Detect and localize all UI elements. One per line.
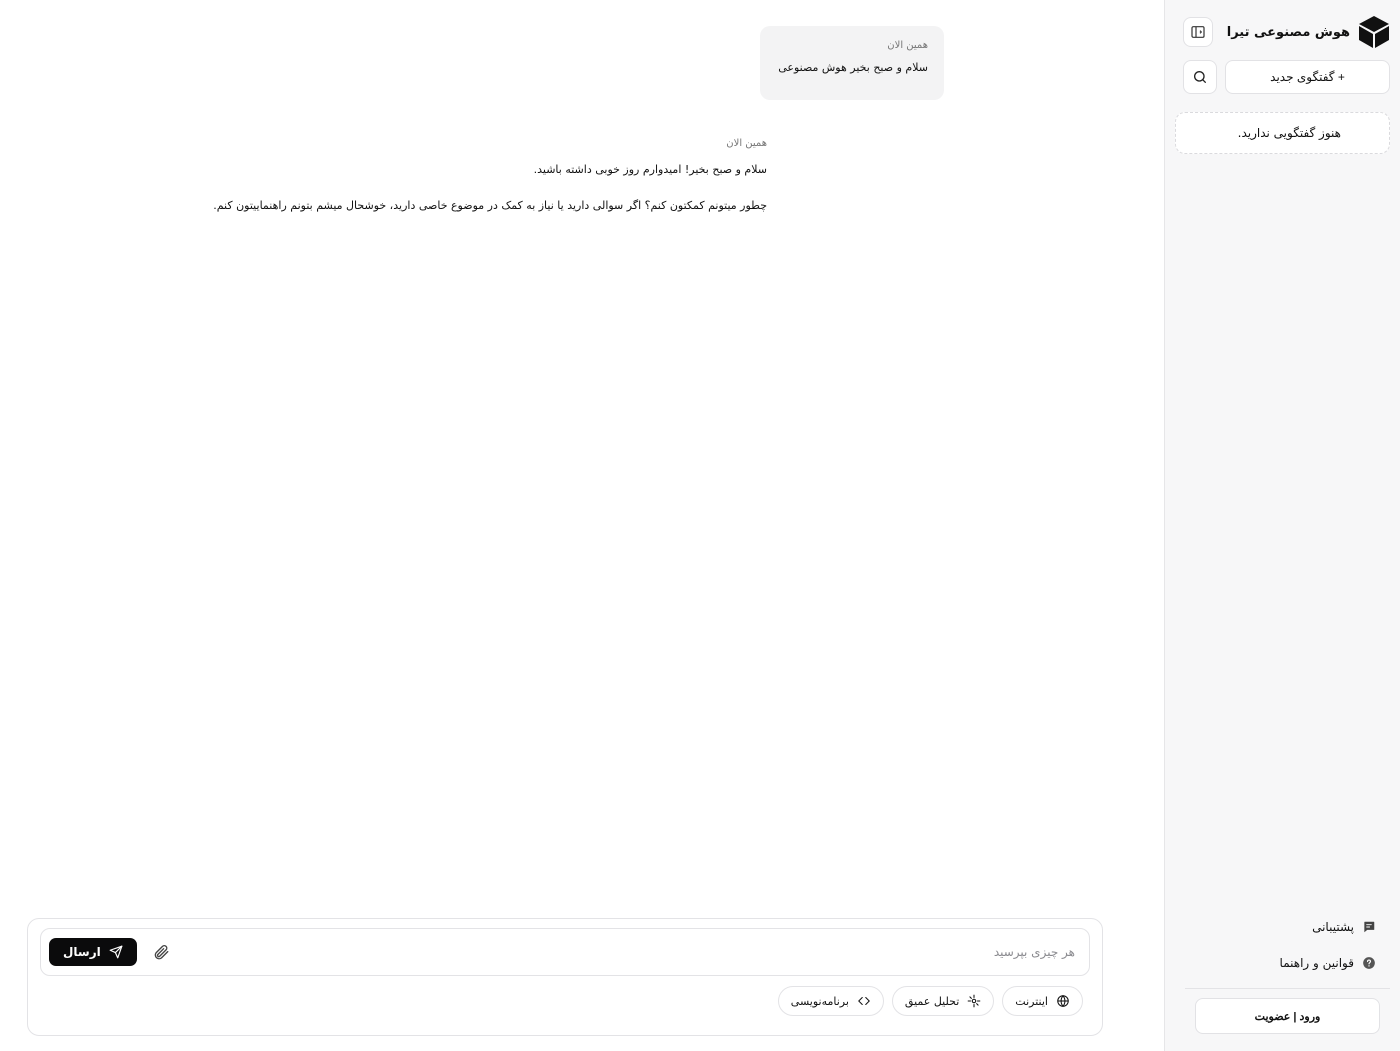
paperclip-icon[interactable] [151, 942, 171, 962]
footer-divider [1185, 988, 1390, 989]
send-button[interactable]: ارسال [49, 938, 137, 966]
sparkle-icon [967, 994, 981, 1008]
support-link-label: پشتیبانی [1312, 920, 1354, 934]
rules-help-link[interactable]: قوانین و راهنما [1183, 948, 1390, 978]
assistant-message-time: همین الان [726, 138, 767, 149]
search-button[interactable] [1183, 60, 1217, 94]
sidebar-header: هوش مصنوعی تیرا [1183, 14, 1390, 50]
brand: هوش مصنوعی تیرا [1227, 15, 1390, 49]
cube-logo-icon [1358, 15, 1390, 49]
globe-icon [1057, 994, 1069, 1008]
user-message-text: سلام و صبح بخیر هوش مصنوعی [778, 61, 928, 74]
app-root: همین الان سلام و صبح بخیر هوش مصنوعی همی… [0, 0, 1400, 1051]
user-message-time: همین الان [887, 40, 928, 51]
send-button-label: ارسال [63, 945, 101, 959]
prompt-input[interactable] [170, 945, 1075, 959]
collapse-sidebar-button[interactable] [1183, 17, 1213, 47]
internet-tool-button[interactable]: اینترنت [1002, 986, 1083, 1016]
rules-help-link-label: قوانین و راهنما [1279, 956, 1354, 970]
assistant-message: همین الان سلام و صبح بخیر! امیدوارم روز … [200, 138, 767, 213]
code-icon [858, 996, 870, 1006]
programming-tool-label: برنامه‌نویسی [790, 994, 849, 1008]
chat-area: همین الان سلام و صبح بخیر هوش مصنوعی همی… [0, 0, 1164, 1051]
internet-tool-label: اینترنت [1015, 994, 1048, 1008]
sidebar: هوش مصنوعی تیرا + گفتگوی جدید هنوز گفتگو… [1164, 0, 1400, 1051]
prompt-box: ارسال [40, 928, 1090, 976]
login-signup-button[interactable]: ورود | عضویت [1195, 998, 1380, 1034]
sidebar-toggle-icon [1191, 26, 1205, 38]
empty-conversations-state: هنوز گفتگویی ندارید. [1175, 112, 1390, 154]
deep-analysis-tool-label: تحلیل عمیق [904, 994, 960, 1008]
sidebar-footer-links: پشتیبانی قوانین و راهنما [1183, 912, 1390, 984]
sidebar-actions: + گفتگوی جدید [1183, 60, 1390, 94]
send-icon [109, 945, 123, 959]
user-message-bubble: همین الان سلام و صبح بخیر هوش مصنوعی [760, 26, 944, 100]
chat-icon [1364, 921, 1375, 933]
programming-tool-button[interactable]: برنامه‌نویسی [777, 986, 884, 1016]
deep-analysis-tool-button[interactable]: تحلیل عمیق [891, 986, 995, 1016]
composer: ارسال اینترنت تحلیل عمیق برنامه‌نویسی [27, 918, 1103, 1036]
assistant-message-line: چطور میتونم کمکتون کنم؟ اگر سوالی دارید … [213, 199, 767, 212]
assistant-message-line: سلام و صبح بخیر! امیدوارم روز خوبی داشته… [533, 163, 767, 176]
composer-actions: ارسال [49, 938, 171, 966]
new-chat-button[interactable]: + گفتگوی جدید [1225, 60, 1390, 94]
tool-chips: اینترنت تحلیل عمیق برنامه‌نویسی [777, 986, 1083, 1016]
help-icon [1363, 957, 1375, 969]
brand-name: هوش مصنوعی تیرا [1226, 24, 1350, 40]
search-icon [1194, 71, 1206, 83]
support-link[interactable]: پشتیبانی [1183, 912, 1390, 942]
